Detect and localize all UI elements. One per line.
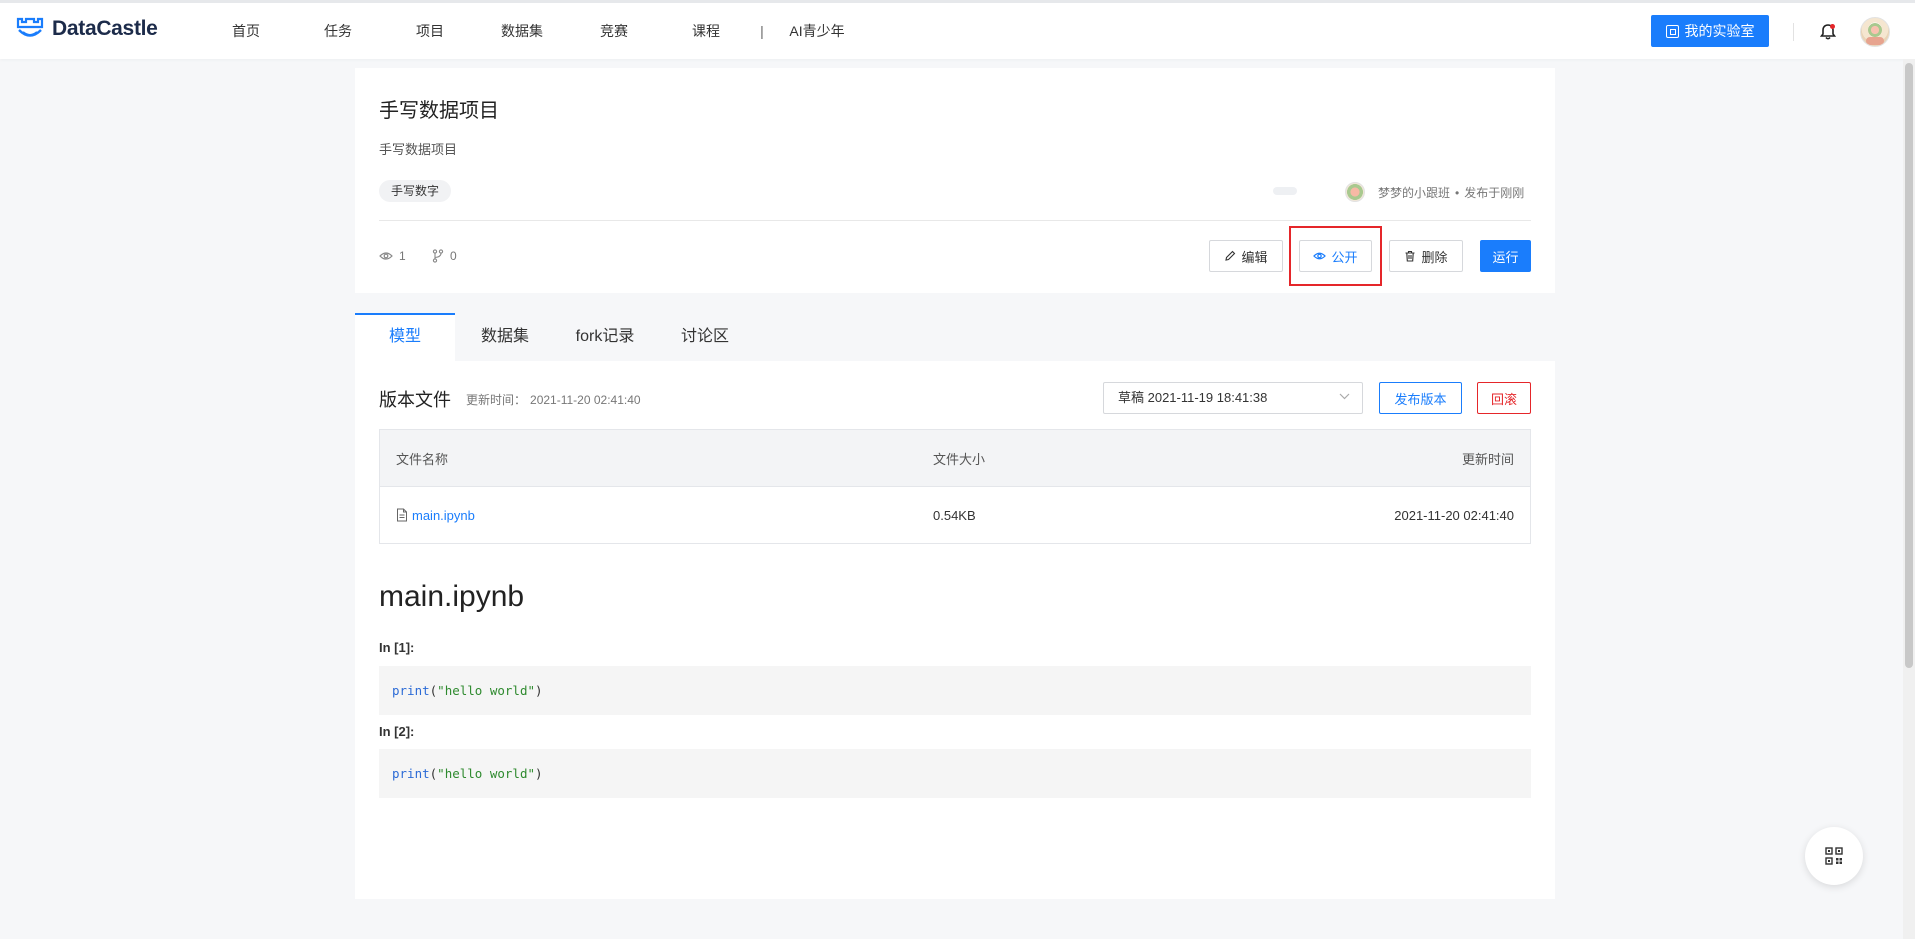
cell-input-label: In [1]: [379,640,415,655]
fork-count-value: 0 [450,249,457,263]
cell-input-label: In [2]: [379,724,415,739]
tab-fork-records[interactable]: fork记录 [555,313,655,361]
file-size-cell: 0.54KB [933,507,976,523]
file-icon [397,508,407,522]
qr-code-icon [1825,847,1843,865]
code-function: print [392,766,430,781]
divider [1793,23,1794,41]
nav-ai-youth[interactable]: AI青少年 [772,21,862,41]
trash-icon [1405,250,1415,262]
model-panel: 版本文件 更新时间： 2021-11-20 02:41:40 草稿 2021-11… [355,361,1555,899]
table-header: 文件名称 文件大小 更新时间 [380,430,1530,487]
update-time-value: 2021-11-20 02:41:40 [530,393,641,407]
public-button[interactable]: 公开 [1299,240,1372,272]
tab-discussion[interactable]: 讨论区 [655,313,755,361]
dot-separator: • [1455,186,1460,200]
my-lab-label: 我的实验室 [1684,23,1755,39]
run-button[interactable]: 运行 [1480,240,1531,272]
datacastle-logo-icon [16,17,44,37]
author-name[interactable]: 梦梦的小跟班 [1378,186,1450,200]
delete-button[interactable]: 删除 [1389,240,1463,272]
tab-bar: 模型 数据集 fork记录 讨论区 [355,313,1555,361]
divider [379,220,1531,221]
nav-datasets[interactable]: 数据集 [476,21,568,41]
publish-status: 发布于刚刚 [1464,186,1525,200]
view-count-value: 1 [399,249,406,263]
version-select-value: 草稿 2021-11-19 18:41:38 [1118,390,1268,405]
avatar[interactable] [1860,17,1890,47]
bell-icon[interactable] [1818,22,1838,42]
header-file-size: 文件大小 [933,451,986,467]
nav-competitions[interactable]: 竞赛 [568,21,660,41]
edit-label: 编辑 [1241,249,1268,265]
project-header-card: 手写数据项目 手写数据项目 手写数字 梦梦的小跟班 • 发布于刚刚 1 0 编辑 [355,68,1555,293]
nav-separator: | [760,23,764,39]
notebook-title: main.ipynb [379,580,525,613]
file-link[interactable]: main.ipynb [412,508,475,523]
logo-text: DataCastle [52,17,158,40]
nav-tasks[interactable]: 任务 [292,21,384,41]
files-table: 文件名称 文件大小 更新时间 main.ipynb 0.54KB 2021-11… [379,429,1531,544]
version-select[interactable]: 草稿 2021-11-19 18:41:38 [1103,382,1363,414]
code-paren-close: ) [535,766,543,781]
logo[interactable]: DataCastle [16,17,158,41]
public-label: 公开 [1331,249,1358,265]
lab-icon [1665,24,1679,38]
code-string: "hello world" [437,766,536,781]
file-time-cell: 2021-11-20 02:41:40 [1394,507,1514,523]
code-cell[interactable]: print("hello world") [379,666,1531,715]
publish-version-button[interactable]: 发布版本 [1379,382,1462,414]
chevron-down-icon [1339,393,1350,400]
project-tag[interactable]: 手写数字 [379,180,452,202]
header-file-name: 文件名称 [396,451,449,467]
update-time: 更新时间： 2021-11-20 02:41:40 [466,391,641,408]
placeholder-pill [1273,187,1297,195]
delete-label: 删除 [1421,249,1448,265]
nav-projects[interactable]: 项目 [384,21,476,41]
tab-datasets[interactable]: 数据集 [455,313,555,361]
author-avatar[interactable] [1345,182,1365,202]
author-info: 梦梦的小跟班 • 发布于刚刚 [1378,184,1524,201]
top-navbar: DataCastle 首页 任务 项目 数据集 竞赛 课程 | AI青少年 我的… [0,0,1915,59]
my-lab-button[interactable]: 我的实验室 [1651,15,1769,47]
code-function: print [392,683,430,698]
qr-code-button[interactable] [1805,827,1863,885]
eye-icon [379,252,393,260]
scrollbar-thumb[interactable] [1905,63,1913,668]
tab-model[interactable]: 模型 [355,313,455,361]
code-cell[interactable]: print("hello world") [379,749,1531,798]
fork-count: 0 [432,249,457,263]
project-title: 手写数据项目 [379,100,499,122]
nav-home[interactable]: 首页 [200,21,292,41]
file-name-cell: main.ipynb [380,508,933,523]
code-string: "hello world" [437,683,536,698]
main-nav: 首页 任务 项目 数据集 竞赛 课程 | AI青少年 [200,3,862,59]
project-description: 手写数据项目 [379,142,458,157]
version-files-title: 版本文件 [379,390,451,410]
eye-icon [1313,252,1327,260]
pencil-icon [1225,250,1236,261]
nav-courses[interactable]: 课程 [660,21,752,41]
view-count: 1 [379,249,406,263]
header-update-time: 更新时间 [1461,451,1514,467]
fork-icon [432,249,444,263]
code-paren-close: ) [535,683,543,698]
update-time-label: 更新时间： [466,393,527,407]
edit-button[interactable]: 编辑 [1209,240,1283,272]
rollback-button[interactable]: 回滚 [1477,382,1531,414]
table-row: main.ipynb 0.54KB 2021-11-20 02:41:40 [380,487,1530,543]
